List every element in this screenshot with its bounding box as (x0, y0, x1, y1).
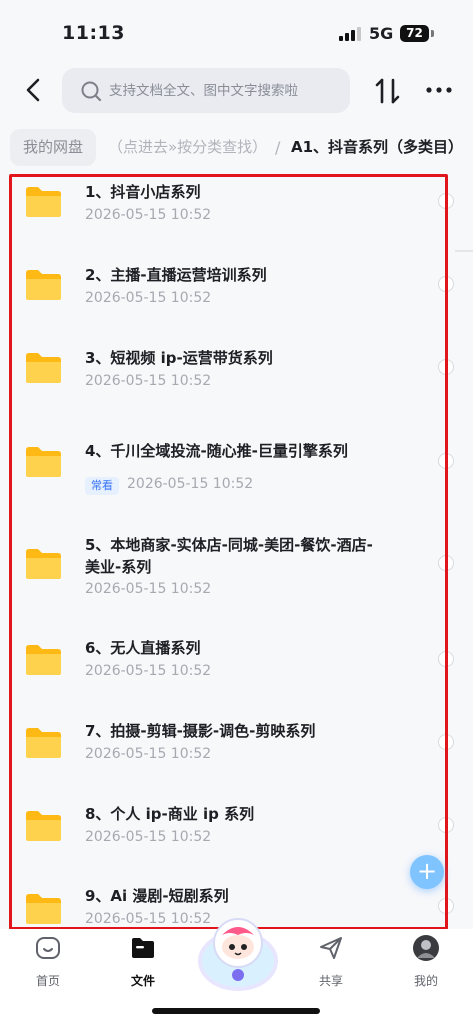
add-button[interactable]: + (410, 855, 444, 889)
tab-home[interactable]: 首页 (13, 929, 83, 989)
status-bar: 11:13 5G 72 (0, 0, 473, 62)
search-bar[interactable] (62, 68, 350, 113)
tab-share[interactable]: 共享 (296, 929, 366, 989)
share-plane-icon (320, 937, 342, 959)
search-icon (81, 81, 102, 102)
status-time: 11:13 (62, 22, 125, 44)
cellular-signal-icon (339, 27, 361, 41)
tab-files-label: 文件 (130, 974, 155, 988)
side-handle (455, 250, 473, 252)
breadcrumb-parent[interactable]: （点进去»按分类查找） (108, 129, 267, 166)
mascot-icon[interactable] (196, 913, 280, 993)
battery-tip (431, 30, 434, 37)
home-icon (36, 937, 60, 959)
network-type: 5G (369, 24, 394, 43)
tab-share-label: 共享 (318, 974, 343, 988)
breadcrumb: 我的网盘 （点进去»按分类查找） / A1、抖音系列（多类目） (10, 129, 473, 166)
breadcrumb-separator: / (275, 138, 281, 157)
sort-arrows-icon[interactable] (374, 76, 402, 106)
tab-home-label: 首页 (35, 974, 60, 988)
tab-profile[interactable]: 我的 (391, 929, 461, 989)
breadcrumb-current: A1、抖音系列（多类目） (291, 138, 464, 156)
search-input[interactable] (109, 68, 345, 113)
avatar-icon (413, 935, 439, 961)
home-indicator (152, 1008, 320, 1014)
battery-level: 72 (406, 26, 423, 40)
battery-icon: 72 (400, 25, 429, 42)
folder-icon (132, 938, 154, 958)
breadcrumb-root[interactable]: 我的网盘 (10, 129, 97, 166)
tab-profile-label: 我的 (413, 974, 438, 988)
tab-files[interactable]: 文件 (108, 929, 178, 989)
back-arrow-icon[interactable] (20, 75, 48, 105)
highlight-frame (9, 174, 448, 930)
more-options-icon[interactable] (426, 83, 452, 97)
